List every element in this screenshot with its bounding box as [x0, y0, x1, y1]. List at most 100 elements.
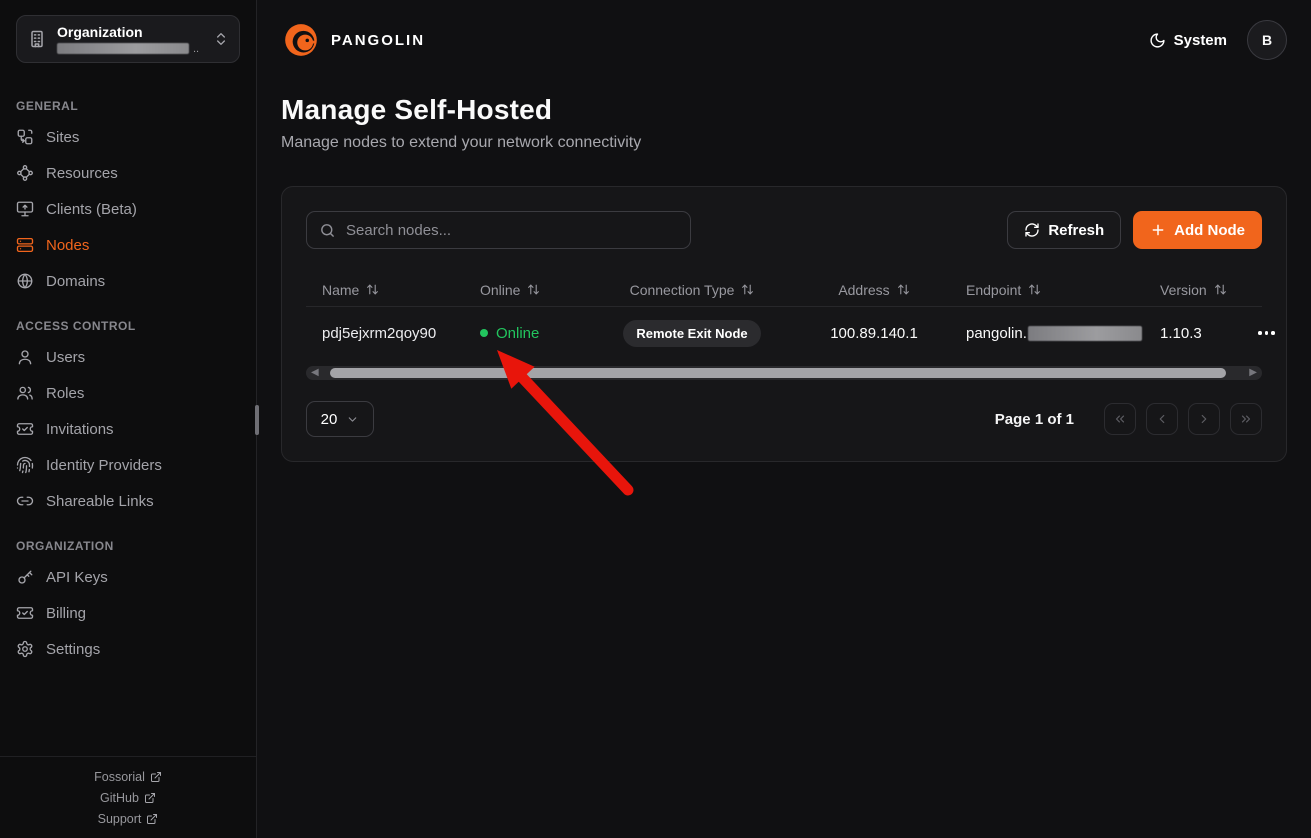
- add-node-button[interactable]: Add Node: [1133, 211, 1262, 249]
- avatar[interactable]: B: [1247, 20, 1287, 60]
- sidebar-item-label: Resources: [46, 164, 118, 182]
- footer-link-support[interactable]: Support: [98, 812, 159, 826]
- sidebar-item-users[interactable]: Users: [0, 339, 256, 375]
- organization-building-icon: [27, 29, 47, 49]
- scroll-right-icon[interactable]: ▶: [1249, 368, 1257, 378]
- card-footer: 20 Page 1 of 1: [306, 401, 1262, 437]
- column-header-endpoint[interactable]: Endpoint: [950, 282, 1144, 298]
- sort-icon: [366, 283, 379, 296]
- version-cell: 1.10.3: [1160, 324, 1202, 342]
- column-header-label: Name: [322, 281, 360, 298]
- column-header-address[interactable]: Address: [798, 282, 950, 298]
- avatar-initial: B: [1261, 32, 1273, 48]
- external-link-icon: [150, 771, 162, 783]
- footer-link-label: GitHub: [100, 791, 139, 805]
- theme-toggle[interactable]: System: [1149, 32, 1227, 49]
- theme-toggle-label: System: [1173, 31, 1227, 49]
- sidebar-item-resources[interactable]: Resources: [0, 155, 256, 191]
- footer-link-github[interactable]: GitHub: [100, 791, 156, 805]
- chevrons-right-icon: [1239, 412, 1253, 426]
- sidebar-item-label: Sites: [46, 128, 80, 146]
- previous-page-button[interactable]: [1146, 403, 1178, 435]
- nav-heading-organization: ORGANIZATION: [16, 539, 114, 553]
- sidebar-item-label: Domains: [46, 272, 106, 290]
- user-icon: [16, 348, 34, 366]
- moon-icon: [1149, 32, 1166, 49]
- column-header-name[interactable]: Name: [306, 282, 464, 298]
- brand-name: PANGOLIN: [331, 31, 426, 49]
- clients-icon: [16, 200, 34, 218]
- add-node-button-label: Add Node: [1174, 221, 1245, 239]
- sidebar-item-settings[interactable]: Settings: [0, 631, 256, 667]
- pager-buttons: [1104, 403, 1262, 435]
- domains-icon: [16, 272, 34, 290]
- sidebar-item-sites[interactable]: Sites: [0, 119, 256, 155]
- column-header-connection-type[interactable]: Connection Type: [586, 282, 798, 298]
- node-name-cell: pdj5ejxrm2qoy90: [322, 324, 437, 342]
- sidebar-item-label: Roles: [46, 384, 85, 402]
- sidebar-item-billing[interactable]: Billing: [0, 595, 256, 631]
- sidebar-item-domains[interactable]: Domains: [0, 263, 256, 299]
- last-page-button[interactable]: [1230, 403, 1262, 435]
- chevron-right-icon: [1197, 412, 1211, 426]
- org-switcher[interactable]: Organization ..: [16, 15, 240, 63]
- sidebar-item-label: API Keys: [46, 568, 108, 586]
- main-content: PANGOLIN System B Manage Self-Hosted Man…: [257, 0, 1311, 838]
- sort-icon: [1214, 283, 1227, 296]
- search-box: [306, 211, 691, 249]
- key-icon: [16, 568, 34, 586]
- roles-icon: [16, 384, 34, 402]
- topbar: PANGOLIN System B: [257, 0, 1311, 80]
- invitations-icon: [16, 420, 34, 438]
- sidebar-item-api-keys[interactable]: API Keys: [0, 559, 256, 595]
- footer-link-fossorial[interactable]: Fossorial: [94, 770, 162, 784]
- sidebar-resize-handle[interactable]: [255, 405, 259, 435]
- column-header-online[interactable]: Online: [464, 282, 586, 298]
- sort-icon: [527, 283, 540, 296]
- sidebar-item-roles[interactable]: Roles: [0, 375, 256, 411]
- org-switcher-text: Organization ..: [57, 24, 203, 55]
- sort-icon: [741, 283, 754, 296]
- page-size-value: 20: [320, 410, 338, 428]
- refresh-icon: [1024, 222, 1040, 238]
- row-actions-menu-button[interactable]: [1256, 325, 1277, 341]
- topbar-right: System B: [1149, 20, 1287, 60]
- sidebar-item-shareable-links[interactable]: Shareable Links: [0, 483, 256, 519]
- first-page-button[interactable]: [1104, 403, 1136, 435]
- table-row: pdj5ejxrm2qoy90 Online Remote Exit Node …: [306, 307, 1275, 359]
- scroll-left-icon[interactable]: ◀: [311, 368, 319, 378]
- next-page-button[interactable]: [1188, 403, 1220, 435]
- link-icon: [16, 492, 34, 510]
- pager: Page 1 of 1: [995, 403, 1262, 435]
- sidebar-item-label: Identity Providers: [46, 456, 162, 474]
- scrollbar-thumb[interactable]: [330, 368, 1226, 378]
- refresh-button[interactable]: Refresh: [1007, 211, 1122, 249]
- connection-type-cell: Remote Exit Node: [586, 319, 798, 347]
- sidebar-item-clients[interactable]: Clients (Beta): [0, 191, 256, 227]
- nav-heading-general: GENERAL: [16, 99, 79, 113]
- search-icon: [319, 222, 336, 239]
- gear-icon: [16, 640, 34, 658]
- sort-icon: [1028, 283, 1041, 296]
- online-status-label: Online: [496, 324, 540, 342]
- fingerprint-icon: [16, 456, 34, 474]
- chevron-left-icon: [1155, 412, 1169, 426]
- sidebar-item-invitations[interactable]: Invitations: [0, 411, 256, 447]
- sidebar-item-nodes[interactable]: Nodes: [0, 227, 256, 263]
- sidebar-item-identity-providers[interactable]: Identity Providers: [0, 447, 256, 483]
- nodes-table: Name Online Connection Type Address Endp…: [306, 273, 1275, 380]
- column-header-version[interactable]: Version: [1144, 282, 1256, 298]
- toolbar-actions: Refresh Add Node: [1007, 211, 1262, 249]
- online-dot-icon: [480, 329, 488, 337]
- sidebar-nav: GENERAL Sites Resources Clients (Beta) N…: [0, 71, 256, 667]
- page-size-select[interactable]: 20: [306, 401, 374, 437]
- column-header-label: Endpoint: [966, 281, 1022, 298]
- chevron-down-icon: [346, 413, 359, 426]
- page-label: Page 1 of 1: [994, 410, 1074, 428]
- horizontal-scrollbar[interactable]: ◀ ▶: [306, 366, 1262, 380]
- sidebar-item-label: Clients (Beta): [46, 200, 137, 218]
- search-input[interactable]: [346, 221, 678, 239]
- sidebar-footer: Fossorial GitHub Support: [0, 756, 256, 838]
- footer-link-label: Fossorial: [94, 770, 145, 784]
- column-header-label: Address: [838, 281, 890, 298]
